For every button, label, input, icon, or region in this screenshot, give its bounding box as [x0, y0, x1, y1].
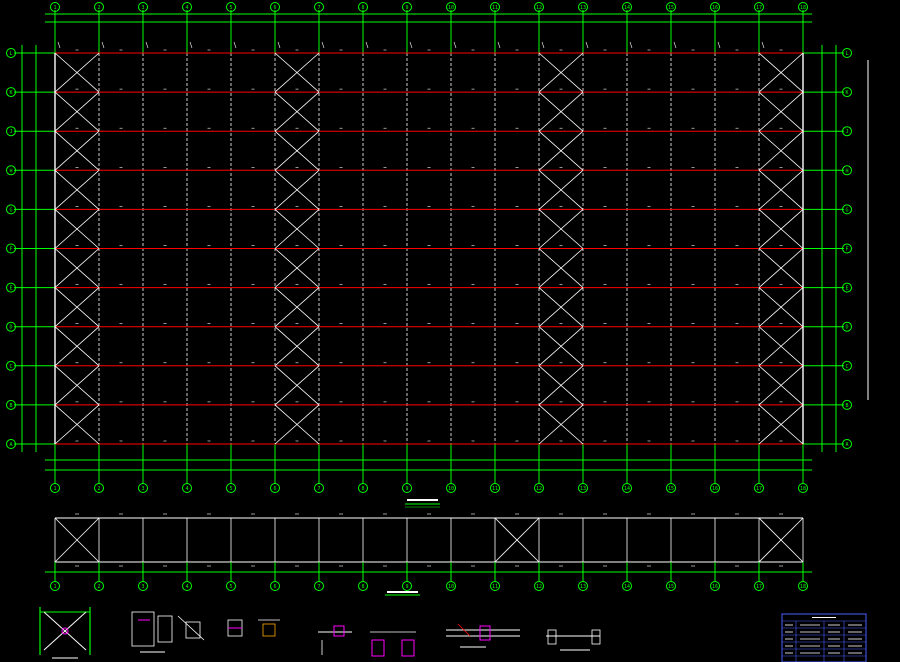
elev-axis-7-label: 7 — [317, 584, 320, 590]
plan-axis-right-F-label: F — [845, 247, 848, 253]
plan-axis-bottom-8-label: 8 — [361, 486, 364, 492]
plan-axis-right-D-label: D — [845, 325, 848, 331]
plan-axis-right-H-label: H — [845, 168, 848, 174]
elev-axis-12-label: 12 — [536, 584, 542, 590]
detail6-end-b — [591, 629, 601, 645]
detail2-angle — [157, 615, 173, 643]
plan-axis-right-K-label: K — [845, 90, 848, 96]
elev-axis-10-label: 10 — [448, 584, 454, 590]
plan-axis-bottom-15-label: 15 — [668, 486, 674, 492]
plan-bottom-axis-bubbles: 1 2 3 4 5 6 7 8 9 10 11 12 13 14 15 16 17 18 — [50, 483, 808, 493]
material-table — [781, 613, 867, 662]
elev-axis-14-label: 14 — [624, 584, 630, 590]
detail6-end-a — [547, 629, 557, 645]
plan-axis-bottom-1-label: 1 — [53, 486, 56, 492]
plan-axis-bottom-2-label: 2 — [97, 486, 100, 492]
plan-axis-bottom-14-label: 14 — [624, 486, 630, 492]
plan-top-axis-bubbles: 1 2 3 4 5 6 7 8 9 10 11 12 13 14 15 16 17 18 — [50, 2, 808, 12]
plan-column-mark — [673, 41, 677, 49]
detail3-plate — [262, 623, 276, 637]
elev-axis-2-label: 2 — [97, 584, 100, 590]
plan-axis-bottom-12-label: 12 — [536, 486, 542, 492]
detail4-plate-a — [371, 639, 385, 657]
plan-axis-right-L-label: L — [845, 51, 848, 57]
plan-axis-right-G-label: G — [845, 207, 848, 213]
plan-column-mark — [409, 41, 413, 49]
elev-axis-15-label: 15 — [668, 584, 674, 590]
plan-axis-bottom-17-label: 17 — [756, 486, 762, 492]
plan-axis-bottom-4-label: 4 — [185, 486, 188, 492]
plan-axis-bottom-16-label: 16 — [712, 486, 718, 492]
plan-member-marks — [57, 41, 783, 442]
plan-axis-bottom-13-label: 13 — [580, 486, 586, 492]
plan-axis-left-K-label: K — [9, 90, 12, 96]
elevation-axis-bubbles: 1 2 3 4 5 6 7 8 9 10 11 12 13 14 15 16 17 18 — [50, 581, 808, 591]
plan-axis-bottom-5-label: 5 — [229, 486, 232, 492]
plan-axis-bottom-3-label: 3 — [141, 486, 144, 492]
elev-axis-9-label: 9 — [405, 584, 408, 590]
detail4-cap — [333, 625, 345, 637]
plan-axis-right-A-label: A — [845, 442, 848, 448]
plan-axis-bottom-9-label: 9 — [405, 486, 408, 492]
plan-column-mark — [761, 41, 765, 49]
plan-axis-bottom-10-label: 10 — [448, 486, 454, 492]
plan-column-mark — [629, 41, 633, 49]
detail5-splice — [479, 625, 491, 641]
plan-axis-right-E-label: E — [845, 286, 848, 292]
elev-axis-8-label: 8 — [361, 584, 364, 590]
elev-axis-6-label: 6 — [273, 584, 276, 590]
plan-axis-left-C-label: C — [9, 364, 12, 370]
plan-column-mark — [233, 41, 237, 49]
plan-axis-bottom-6-label: 6 — [273, 486, 276, 492]
plan-column-mark — [365, 41, 369, 49]
cad-drawing-canvas[interactable]: 1 2 3 4 5 6 7 8 9 10 11 12 13 14 15 16 17 18 1 2 3 4 5 6 7 8 9 10 1… — [0, 0, 900, 662]
elev-axis-5-label: 5 — [229, 584, 232, 590]
plan-axis-left-B-label: B — [9, 403, 12, 409]
elev-axis-13-label: 13 — [580, 584, 586, 590]
plan-axis-bottom-18-label: 18 — [800, 486, 806, 492]
plan-dimension-lines — [14, 10, 844, 484]
elev-axis-18-label: 18 — [800, 584, 806, 590]
plan-column-mark — [189, 41, 193, 49]
plan-axis-left-E-label: E — [9, 286, 12, 292]
plan-title-mark — [405, 499, 440, 508]
detail-drawings — [39, 607, 601, 659]
plan-axis-left-G-label: G — [9, 207, 12, 213]
plan-axis-left-A-label: A — [9, 442, 12, 448]
elev-axis-1-label: 1 — [53, 584, 56, 590]
elev-axis-17-label: 17 — [756, 584, 762, 590]
plan-axis-left-J-label: J — [9, 129, 12, 135]
plan-column-mark — [541, 41, 545, 49]
plan-axis-left-F-label: F — [9, 247, 12, 253]
plan-axis-left-L-label: L — [9, 51, 12, 57]
plan-axis-left-D-label: D — [9, 325, 12, 331]
plan-column-mark — [453, 41, 457, 49]
plan-axis-right-J-label: J — [845, 129, 848, 135]
elev-axis-16-label: 16 — [712, 584, 718, 590]
plan-column-mark — [277, 41, 281, 49]
plan-axis-right-C-label: C — [845, 364, 848, 370]
wall-bracing-elevation — [45, 513, 812, 596]
plan-column-mark — [497, 41, 501, 49]
plan-column-mark — [717, 41, 721, 49]
elev-axis-3-label: 3 — [141, 584, 144, 590]
elev-axis-4-label: 4 — [185, 584, 188, 590]
detail2-plate — [131, 611, 155, 647]
plan-axis-right-B-label: B — [845, 403, 848, 409]
plan-column-mark — [57, 41, 61, 49]
plan-axis-left-H-label: H — [9, 168, 12, 174]
detail4-plate-b — [401, 639, 415, 657]
plan-axis-bottom-7-label: 7 — [317, 486, 320, 492]
plan-axis-bottom-11-label: 11 — [492, 486, 498, 492]
plan-purlins — [55, 52, 803, 445]
elev-axis-11-label: 11 — [492, 584, 498, 590]
plan-column-mark — [585, 41, 589, 49]
plan-column-mark — [145, 41, 149, 49]
plan-column-mark — [101, 41, 105, 49]
plan-column-mark — [321, 41, 325, 49]
